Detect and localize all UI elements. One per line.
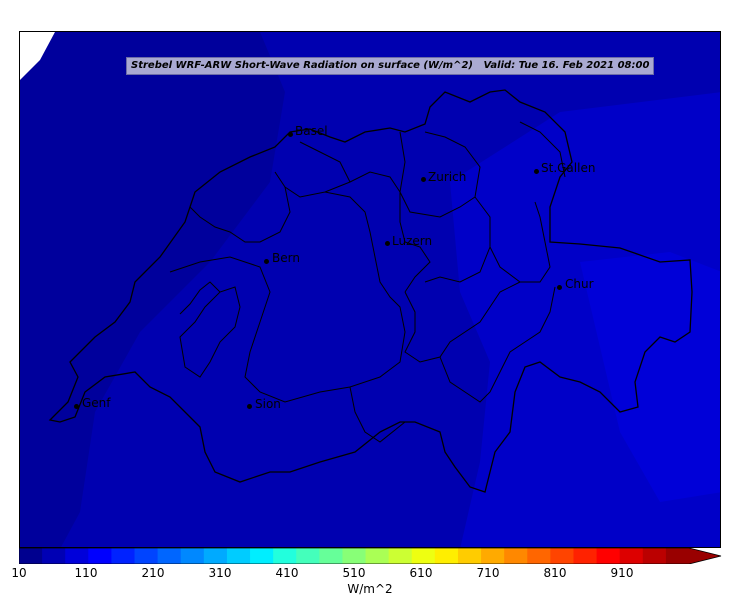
colorbar-tick-label: 110: [74, 566, 98, 580]
colorbar: [19, 548, 722, 564]
city-marker-bern: [264, 259, 269, 264]
colorbar-segment: [273, 548, 297, 564]
colorbar-segment: [596, 548, 621, 564]
colorbar-segment: [342, 548, 367, 564]
colorbar-tick-label: 610: [409, 566, 433, 580]
colorbar-tick-label: 810: [543, 566, 567, 580]
city-label-chur: Chur: [565, 277, 594, 291]
city-label-genf: Genf: [82, 396, 111, 410]
colorbar-segment: [65, 548, 89, 564]
colorbar-tick-label: 310: [208, 566, 232, 580]
colorbar-segment: [665, 548, 690, 564]
colorbar-segment: [481, 548, 505, 564]
title-valid-time: Valid: Tue 16. Feb 2021 08:00: [483, 60, 650, 71]
title-field: Strebel WRF-ARW Short-Wave Radiation on …: [131, 60, 474, 71]
city-marker-sion: [247, 404, 252, 409]
colorbar-segment: [134, 548, 159, 564]
city-marker-chur: [557, 285, 562, 290]
city-marker-luzern: [385, 241, 390, 246]
city-label-zurich: Zurich: [428, 170, 467, 184]
city-marker-zurich: [421, 177, 426, 182]
colorbar-segment: [180, 548, 205, 564]
colorbar-segment: [42, 548, 66, 564]
city-label-bern: Bern: [272, 251, 300, 265]
colorbar-tick-label: 410: [275, 566, 299, 580]
city-label-st-gallen: St.Gallen: [541, 161, 596, 175]
colorbar-tick-label: 510: [342, 566, 366, 580]
city-label-basel: Basel: [295, 124, 328, 138]
colorbar-tick-label: 10: [11, 566, 27, 580]
colorbar-segment: [250, 548, 274, 564]
colorbar-segment: [157, 548, 182, 564]
colorbar-segment: [527, 548, 551, 564]
radiation-map: [20, 32, 720, 547]
city-marker-st-gallen: [534, 169, 539, 174]
colorbar-unit: W/m^2: [347, 582, 393, 596]
colorbar-segment: [434, 548, 459, 564]
colorbar-tick-label: 710: [476, 566, 500, 580]
city-label-sion: Sion: [255, 397, 281, 411]
colorbar-segment: [203, 548, 228, 564]
colorbar-segment: [411, 548, 436, 564]
colorbar-segment: [642, 548, 667, 564]
map-title: Strebel WRF-ARW Short-Wave Radiation on …: [126, 57, 655, 75]
city-marker-genf: [74, 404, 79, 409]
colorbar-segment: [457, 548, 482, 564]
city-marker-basel: [288, 132, 293, 137]
colorbar-segment: [19, 548, 43, 564]
city-label-luzern: Luzern: [392, 234, 433, 248]
colorbar-segment: [388, 548, 413, 564]
colorbar-segment: [111, 548, 136, 564]
colorbar-segment: [226, 548, 251, 564]
colorbar-segment: [619, 548, 644, 564]
colorbar-tick-label: 910: [610, 566, 634, 580]
colorbar-segment: [296, 548, 320, 564]
colorbar-segment: [365, 548, 390, 564]
colorbar-segment: [319, 548, 343, 564]
colorbar-segment: [88, 548, 112, 564]
map-frame: [19, 31, 721, 548]
colorbar-extension: [689, 548, 721, 564]
colorbar-segment: [550, 548, 574, 564]
colorbar-segment: [504, 548, 528, 564]
colorbar-tick-label: 210: [141, 566, 165, 580]
colorbar-segment: [573, 548, 598, 564]
